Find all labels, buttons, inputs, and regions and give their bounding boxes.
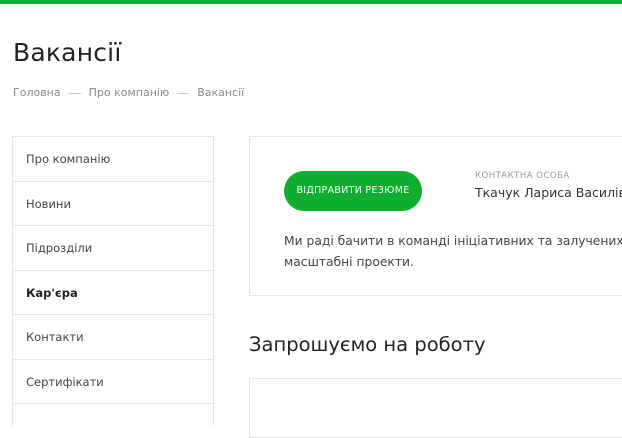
sidebar-item-about[interactable]: Про компанію <box>13 137 213 182</box>
send-resume-button[interactable]: ВІДПРАВИТИ РЕЗЮМЕ <box>284 171 422 211</box>
sidebar-nav: Про компанію Новини Підрозділи Кар'єра К… <box>12 136 214 426</box>
sidebar-item-contacts[interactable]: Контакти <box>13 315 213 360</box>
breadcrumb-current: Вакансії <box>197 86 245 99</box>
breadcrumb-about-link[interactable]: Про компанію <box>89 86 170 99</box>
sidebar-item-certificates[interactable]: Сертифікати <box>13 360 213 404</box>
card-description-line-1: Ми раді бачити в команді ініціативних та… <box>284 234 622 248</box>
vacancy-info-card: ВІДПРАВИТИ РЕЗЮМЕ КОНТАКТНА ОСОБА Ткачук… <box>249 136 622 296</box>
breadcrumb-separator <box>68 92 81 94</box>
sidebar-item-career[interactable]: Кар'єра <box>13 271 213 315</box>
sidebar-item-divisions[interactable]: Підрозділи <box>13 226 213 271</box>
card-description: Ми раді бачити в команді ініціативних та… <box>284 231 622 273</box>
top-accent-bar <box>0 0 622 4</box>
section-title: Запрошуємо на роботу <box>249 333 486 356</box>
contact-person-name: Ткачук Лариса Василів <box>475 185 622 200</box>
page-title: Вакансії <box>13 38 122 67</box>
contact-person-label: КОНТАКТНА ОСОБА <box>475 171 570 181</box>
breadcrumb: Головна Про компанію Вакансії <box>13 86 244 99</box>
sidebar-item-news[interactable]: Новини <box>13 182 213 226</box>
breadcrumb-home-link[interactable]: Головна <box>13 86 61 99</box>
breadcrumb-separator <box>177 92 190 94</box>
vacancy-list-card <box>249 378 622 438</box>
card-description-line-2: масштабні проекти. <box>284 255 414 269</box>
